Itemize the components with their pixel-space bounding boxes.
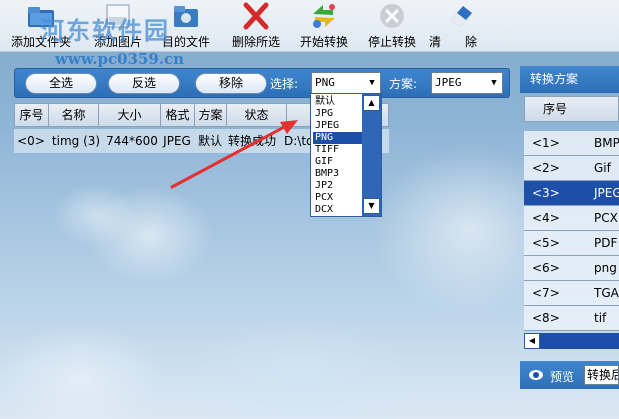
col-index[interactable]: 序号 <box>15 104 49 126</box>
scheme-row-num: <6> <box>532 261 560 275</box>
scheme-row-format: tif <box>594 311 607 325</box>
scheme-row-format: png <box>594 261 617 275</box>
select-label: 选择: <box>270 77 299 91</box>
dropdown-option-pcx[interactable]: PCX <box>313 192 363 204</box>
dropdown-scrollbar[interactable]: ▲ ▼ <box>362 94 381 216</box>
scheme-col-index[interactable]: 序号 <box>543 97 567 121</box>
convert-arrows-icon <box>309 2 339 30</box>
dropdown-option-jpg[interactable]: JPG <box>313 108 363 120</box>
col-size[interactable]: 大小 <box>99 104 161 126</box>
stop-convert-label: 停止转换 <box>367 35 416 49</box>
col-format[interactable]: 格式 <box>161 104 195 126</box>
eraser-icon <box>445 2 475 30</box>
clear-button[interactable]: 清 除 <box>429 0 488 52</box>
watermark-url: www.pc0359.cn <box>55 50 185 68</box>
preview-mode-value: 转换后 <box>587 368 618 382</box>
format-select-value: PNG <box>315 76 335 89</box>
dropdown-option-jp2[interactable]: JP2 <box>313 180 363 192</box>
col-name[interactable]: 名称 <box>49 104 99 126</box>
cell-index: <0> <box>17 134 45 148</box>
scheme-row-selected[interactable]: <3> JPEG <box>524 181 619 206</box>
delete-selected-label: 删除所选 <box>231 35 280 49</box>
format-dropdown-list: 默认 JPG JPEG PNG TIFF GIF BMP3 JP2 PCX DC… <box>310 93 382 217</box>
scheme-row-num: <8> <box>532 311 560 325</box>
start-convert-button[interactable]: 开始转换 <box>296 0 352 52</box>
col-scheme[interactable]: 方案 <box>195 104 227 126</box>
scheme-table-header: 序号 <box>524 96 619 122</box>
delete-selected-button[interactable]: 删除所选 <box>228 0 284 52</box>
invert-select-button[interactable]: 反选 <box>108 73 180 94</box>
start-convert-label: 开始转换 <box>299 35 348 49</box>
eye-icon[interactable] <box>528 367 544 383</box>
conversion-scheme-panel: 转换方案 序号 <1> BMP <2> Gif <3> JPEG <4> PCX… <box>520 66 619 356</box>
dropdown-option-dcx[interactable]: DCX <box>313 204 363 216</box>
scheme-row[interactable]: <7> TGA <box>524 281 619 306</box>
cell-size: 744*600 <box>106 134 158 148</box>
scheme-select[interactable]: JPEG ▼ <box>431 72 503 94</box>
scheme-row-format: PCX <box>594 211 618 225</box>
chevron-down-icon[interactable]: ▼ <box>364 73 380 93</box>
scheme-row[interactable]: <4> PCX <box>524 206 619 231</box>
conversion-scheme-title: 转换方案 <box>520 66 619 93</box>
format-select[interactable]: PNG ▼ <box>311 72 381 94</box>
scheme-row-format: PDF <box>594 236 618 250</box>
preview-label[interactable]: 预览 <box>550 368 574 385</box>
cell-name: timg (3) <box>51 134 101 148</box>
cell-format: JPEG <box>163 134 191 148</box>
scheme-row-num: <2> <box>532 161 560 175</box>
scroll-up-icon[interactable]: ▲ <box>363 95 380 111</box>
scheme-select-value: JPEG <box>435 76 462 89</box>
preview-bar: 预览 转换后 <box>520 361 619 389</box>
scroll-down-icon[interactable]: ▼ <box>363 198 380 214</box>
dropdown-option-jpeg[interactable]: JPEG <box>313 120 363 132</box>
scheme-row-num: <7> <box>532 286 560 300</box>
scheme-row-num: <3> <box>532 186 560 200</box>
cell-scheme: 默认 <box>197 134 222 148</box>
dropdown-option-default[interactable]: 默认 <box>313 96 363 108</box>
watermark-text: 河东软件园 <box>40 16 170 45</box>
select-all-button[interactable]: 全选 <box>25 73 97 94</box>
scheme-label: 方案: <box>389 77 418 91</box>
dropdown-option-bmp3[interactable]: BMP3 <box>313 168 363 180</box>
scheme-row[interactable]: <2> Gif <box>524 156 619 181</box>
col-status[interactable]: 状态 <box>227 104 287 126</box>
chevron-down-icon[interactable]: ▼ <box>486 73 502 93</box>
scheme-row-format: TGA <box>594 286 619 300</box>
red-x-delete-icon <box>241 2 271 30</box>
file-control-bar: 全选 反选 移除 选择: PNG ▼ 方案: JPEG ▼ <box>14 68 510 98</box>
scheme-row-num: <4> <box>532 211 560 225</box>
stop-circle-icon <box>377 2 407 30</box>
scheme-row-num: <1> <box>532 136 560 150</box>
dropdown-option-png[interactable]: PNG <box>313 132 363 144</box>
scheme-row[interactable]: <8> tif <box>524 306 619 331</box>
scheme-row-format: Gif <box>594 161 611 175</box>
scheme-row-format: BMP <box>594 136 619 150</box>
cell-status: 转换成功 <box>228 134 277 148</box>
clear-label-part2: 除 <box>465 35 478 49</box>
destination-folder-icon <box>171 2 201 30</box>
scheme-horizontal-scrollbar[interactable]: ◀ <box>524 333 619 349</box>
scheme-row[interactable]: <6> png <box>524 256 619 281</box>
stop-convert-button[interactable]: 停止转换 <box>364 0 420 52</box>
clear-label-part1: 清 <box>429 35 442 49</box>
dropdown-option-tiff[interactable]: TIFF <box>313 144 363 156</box>
remove-button[interactable]: 移除 <box>195 73 267 94</box>
scroll-left-icon[interactable]: ◀ <box>524 333 540 349</box>
preview-mode-select[interactable]: 转换后 <box>584 365 619 385</box>
scheme-row[interactable]: <5> PDF <box>524 231 619 256</box>
scheme-row-format: JPEG <box>594 186 619 200</box>
scheme-row[interactable]: <1> BMP <box>524 131 619 156</box>
dropdown-option-gif[interactable]: GIF <box>313 156 363 168</box>
scheme-row-num: <5> <box>532 236 560 250</box>
